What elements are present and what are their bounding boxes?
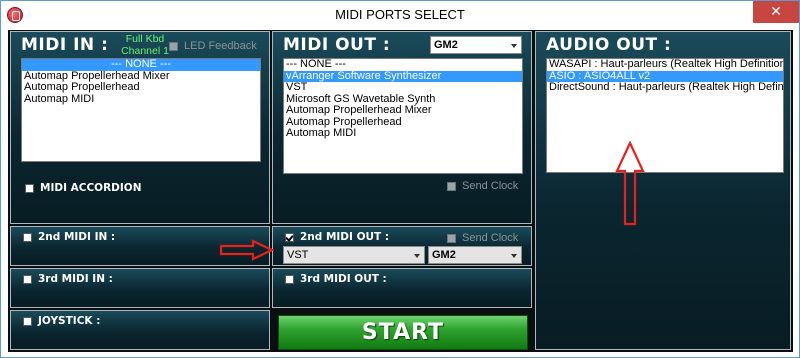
- second-midi-in-label: 2nd MIDI IN :: [38, 231, 116, 243]
- chevron-down-icon[interactable]: [411, 248, 423, 262]
- list-item[interactable]: ASIO : ASIO4ALL v2: [547, 70, 783, 82]
- midi-accordion-checkbox[interactable]: MIDI ACCORDION: [25, 182, 142, 194]
- list-item[interactable]: Automap Propellerhead: [284, 117, 522, 129]
- led-feedback-checkbox[interactable]: LED Feedback: [169, 40, 257, 52]
- midi-in-list[interactable]: --- NONE --- Automap Propellerhead Mixer…: [21, 58, 261, 162]
- midi-in-title: MIDI IN :: [21, 35, 109, 55]
- red-arrow-up-icon: [615, 141, 645, 226]
- audio-out-title: AUDIO OUT :: [546, 35, 672, 55]
- close-button[interactable]: ✕: [753, 1, 799, 23]
- led-feedback-label: LED Feedback: [184, 40, 257, 52]
- joystick-panel: JOYSTICK :: [10, 310, 270, 350]
- list-item[interactable]: DirectSound : Haut-parleurs (Realtek Hig…: [547, 82, 783, 94]
- third-midi-out-checkbox[interactable]: 3rd MIDI OUT :: [285, 273, 387, 285]
- list-item[interactable]: WASAPI : Haut-parleurs (Realtek High Def…: [547, 59, 783, 71]
- second-midi-out-mode-select[interactable]: GM2: [428, 246, 522, 264]
- full-kbd-line: Full Kbd: [125, 33, 165, 45]
- list-item[interactable]: Automap MIDI: [22, 94, 260, 106]
- window-title: MIDI PORTS SELECT: [335, 7, 465, 22]
- midi-ports-window: MIDI PORTS SELECT ✕ MIDI IN : Full Kbd C…: [0, 0, 800, 358]
- midi-accordion-label: MIDI ACCORDION: [40, 182, 142, 194]
- third-midi-in-label: 3rd MIDI IN :: [38, 273, 113, 285]
- full-kbd-label: Full Kbd Channel 1: [115, 33, 175, 57]
- midi-out-mode-select[interactable]: GM2: [430, 36, 522, 54]
- send-clock-checkbox[interactable]: Send Clock: [447, 180, 518, 192]
- third-midi-in-checkbox[interactable]: 3rd MIDI IN :: [23, 273, 113, 285]
- second-midi-in-box[interactable]: [23, 232, 32, 242]
- midi-out-title: MIDI OUT :: [283, 35, 391, 55]
- list-item[interactable]: --- NONE ---: [284, 59, 522, 71]
- list-item[interactable]: Automap Propellerhead Mixer: [284, 105, 522, 117]
- midi-accordion-box[interactable]: [25, 183, 34, 193]
- channel-line: Channel 1: [121, 45, 169, 57]
- second-midi-out-box[interactable]: [285, 232, 294, 242]
- chevron-down-icon[interactable]: [508, 38, 520, 52]
- list-item[interactable]: Microsoft GS Wavetable Synth: [284, 94, 522, 106]
- third-midi-out-panel: 3rd MIDI OUT :: [272, 268, 532, 308]
- third-midi-in-panel: 3rd MIDI IN :: [10, 268, 270, 308]
- midi-in-panel: MIDI IN : Full Kbd Channel 1 LED Feedbac…: [10, 31, 270, 224]
- joystick-checkbox[interactable]: JOYSTICK :: [23, 315, 100, 327]
- second-send-clock-checkbox[interactable]: Send Clock: [447, 232, 518, 244]
- second-midi-out-panel: 2nd MIDI OUT : Send Clock VST GM2: [272, 226, 532, 266]
- third-midi-in-box[interactable]: [23, 274, 32, 284]
- joystick-label: JOYSTICK :: [38, 315, 101, 327]
- second-send-clock-box[interactable]: [447, 233, 456, 243]
- midi-out-mode-value: GM2: [434, 39, 458, 51]
- send-clock-label: Send Clock: [462, 180, 519, 192]
- list-item[interactable]: Automap Propellerhead Mixer: [22, 71, 260, 83]
- red-arrow-right-icon: [219, 239, 275, 261]
- second-midi-out-port-value: VST: [287, 249, 309, 261]
- midi-out-list[interactable]: --- NONE --- vArranger Software Synthesi…: [283, 58, 523, 174]
- audio-out-list[interactable]: WASAPI : Haut-parleurs (Realtek High Def…: [546, 58, 784, 173]
- third-midi-out-box[interactable]: [285, 274, 294, 284]
- list-item[interactable]: VST: [284, 82, 522, 94]
- list-item[interactable]: Automap Propellerhead: [22, 82, 260, 94]
- title-bar: MIDI PORTS SELECT ✕: [1, 1, 799, 29]
- second-midi-out-label: 2nd MIDI OUT :: [300, 231, 390, 243]
- client-area: MIDI IN : Full Kbd Channel 1 LED Feedbac…: [8, 30, 793, 352]
- led-feedback-box[interactable]: [169, 41, 178, 51]
- audio-out-panel: AUDIO OUT : WASAPI : Haut-parleurs (Real…: [535, 31, 791, 350]
- second-send-clock-label: Send Clock: [462, 232, 519, 244]
- chevron-down-icon[interactable]: [508, 248, 520, 262]
- second-midi-out-port-select[interactable]: VST: [283, 246, 425, 264]
- list-item[interactable]: vArranger Software Synthesizer: [284, 70, 522, 82]
- send-clock-box[interactable]: [447, 181, 456, 191]
- start-button[interactable]: START: [278, 315, 528, 350]
- second-midi-out-mode-value: GM2: [432, 249, 456, 261]
- list-item[interactable]: Automap MIDI: [284, 128, 522, 140]
- second-midi-out-checkbox[interactable]: 2nd MIDI OUT :: [285, 231, 389, 243]
- third-midi-out-label: 3rd MIDI OUT :: [300, 273, 387, 285]
- list-item[interactable]: --- NONE ---: [22, 59, 260, 71]
- joystick-box[interactable]: [23, 316, 32, 326]
- midi-out-panel: MIDI OUT : GM2 --- NONE --- vArranger So…: [272, 31, 532, 224]
- second-midi-in-checkbox[interactable]: 2nd MIDI IN :: [23, 231, 115, 243]
